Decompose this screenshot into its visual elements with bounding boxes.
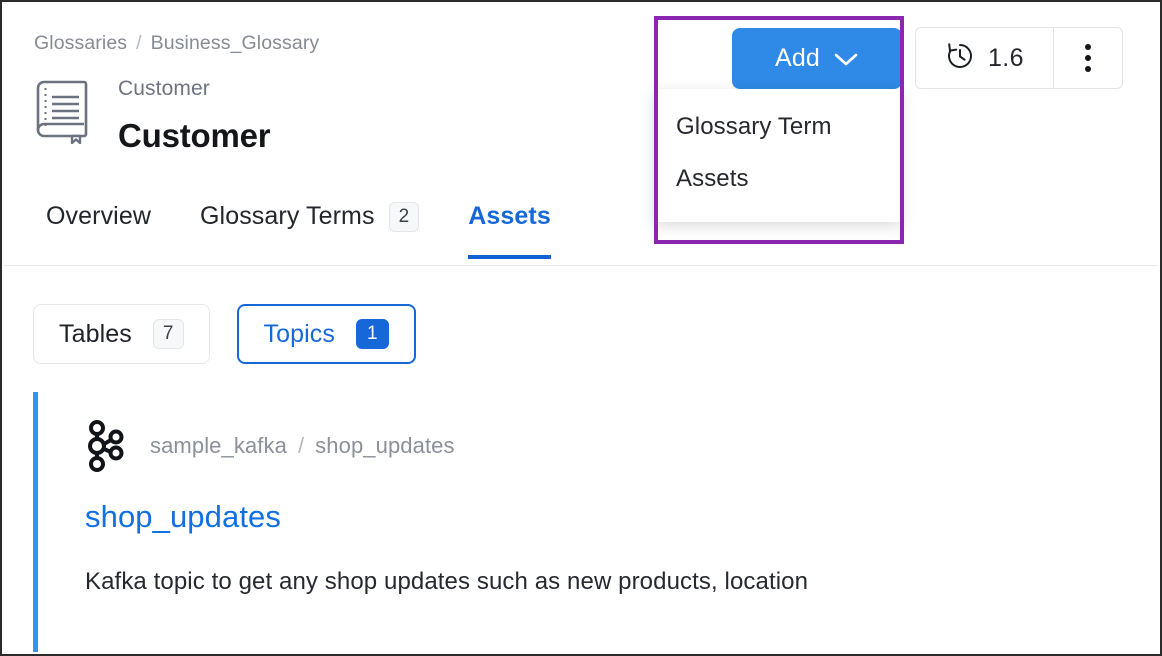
entity-header: Customer Customer <box>34 74 271 154</box>
tab-active-underline <box>468 255 551 260</box>
page-title: Customer <box>118 117 271 154</box>
tab-bar: Overview Glossary Terms 2 Assets <box>46 202 551 260</box>
version-history-button[interactable]: 1.6 <box>916 28 1054 88</box>
filter-pill-topics-label: Topics <box>263 319 336 348</box>
add-button[interactable]: Add <box>732 28 902 89</box>
breadcrumb: Glossaries / Business_Glossary <box>34 32 319 55</box>
tab-assets[interactable]: Assets <box>468 202 551 260</box>
asset-type-filters: Tables 7 Topics 1 <box>33 304 416 364</box>
filter-pill-topics-count: 1 <box>356 319 389 349</box>
breadcrumb-item-glossaries[interactable]: Glossaries <box>34 32 127 55</box>
version-actions-group: 1.6 <box>915 27 1123 89</box>
glossary-book-icon <box>34 78 96 145</box>
tab-bar-divider <box>4 265 1158 266</box>
app-window: Glossaries / Business_Glossary Customer … <box>0 0 1162 656</box>
history-clock-icon <box>945 41 975 76</box>
asset-breadcrumb: sample_kafka / shop_updates <box>85 420 1158 472</box>
entity-subtitle: Customer <box>118 77 210 100</box>
tab-glossary-terms-count: 2 <box>388 202 420 232</box>
filter-pill-tables-label: Tables <box>59 319 132 348</box>
filter-pill-topics[interactable]: Topics 1 <box>236 304 416 364</box>
breadcrumb-separator: / <box>136 32 142 54</box>
tab-overview[interactable]: Overview <box>46 202 151 239</box>
add-button-label: Add <box>774 44 821 72</box>
asset-service-name[interactable]: sample_kafka <box>150 433 287 459</box>
breadcrumb-item-business-glossary[interactable]: Business_Glossary <box>151 32 320 55</box>
kebab-menu-icon <box>1084 44 1091 72</box>
menu-item-assets[interactable]: Assets <box>654 153 902 205</box>
menu-item-glossary-term[interactable]: Glossary Term <box>654 101 902 153</box>
tab-assets-label: Assets <box>468 202 551 231</box>
add-dropdown-menu: Glossary Term Assets <box>654 89 902 222</box>
filter-pill-tables-count: 7 <box>152 319 184 349</box>
asset-path-separator: / <box>297 433 305 458</box>
tab-glossary-terms-label: Glossary Terms <box>200 202 375 231</box>
asset-description: Kafka topic to get any shop updates such… <box>85 568 809 595</box>
filter-pill-tables[interactable]: Tables 7 <box>33 304 210 364</box>
asset-entity-name[interactable]: shop_updates <box>315 433 454 459</box>
chevron-down-icon <box>833 51 859 67</box>
kebab-menu-button[interactable] <box>1054 28 1122 88</box>
asset-title-link[interactable]: shop_updates <box>85 499 1158 535</box>
kafka-icon <box>85 420 129 472</box>
tab-glossary-terms[interactable]: Glossary Terms 2 <box>200 202 420 240</box>
add-dropdown-wrapper: Add Glossary Term Assets <box>654 28 902 222</box>
version-number: 1.6 <box>988 43 1024 72</box>
tab-overview-label: Overview <box>46 202 151 231</box>
asset-card[interactable]: sample_kafka / shop_updates shop_updates… <box>33 392 1158 652</box>
